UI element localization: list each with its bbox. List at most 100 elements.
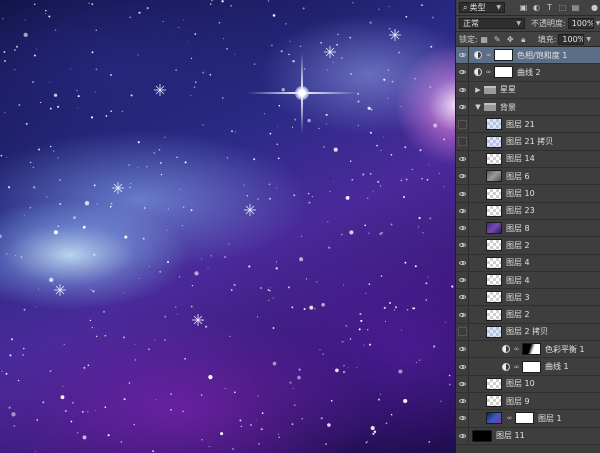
lock-pixels-icon[interactable]: ✎ [493,35,502,44]
eye-glyph [458,226,466,231]
eye-off-icon[interactable] [456,323,469,341]
eye-icon[interactable] [456,237,469,254]
layer-row[interactable]: 图层 21 [456,116,600,134]
layer-thumbnail[interactable] [486,274,502,287]
chevron-down-icon[interactable]: ▼ [474,103,482,111]
eye-icon[interactable] [456,168,469,185]
layer-row[interactable]: 图层 2 [456,306,600,324]
lock-all-icon[interactable]: 🔒︎ [519,35,528,44]
eye-off-icon[interactable] [456,133,469,150]
shape-icon[interactable]: ⬚ [558,3,567,12]
star [250,424,252,426]
layer-thumbnail[interactable] [486,222,502,235]
eye-icon[interactable] [456,254,469,271]
eye-icon[interactable] [456,220,469,237]
opacity-field[interactable]: 100% [567,18,594,29]
layer-thumbnail[interactable] [486,135,502,148]
link-icon[interactable]: ∞ [513,363,520,371]
layer-row[interactable]: 图层 10 [456,375,600,393]
layer-thumbnail[interactable] [486,118,502,131]
star [123,398,126,401]
layer-row[interactable]: 图层 9 [456,393,600,411]
link-icon[interactable]: ∞ [513,345,520,353]
eye-icon[interactable] [456,306,469,323]
adjustment-icon[interactable]: ◐ [532,3,541,12]
chevron-down-icon[interactable]: ▼ [586,36,591,43]
lock-transparent-icon[interactable]: ▦ [480,35,489,44]
layer-row[interactable]: 图层 6 [456,168,600,186]
layer-thumbnail[interactable] [486,187,502,200]
layer-thumbnail[interactable] [486,395,502,408]
eye-icon[interactable] [456,375,469,392]
eye-icon[interactable] [456,289,469,306]
layer-thumbnail[interactable] [486,256,502,269]
layer-row[interactable]: ∞ 曲线 2 [456,64,600,82]
chevron-right-icon[interactable]: ▶ [474,86,482,94]
lock-position-icon[interactable]: ✥ [506,35,515,44]
layer-thumbnail[interactable] [486,325,502,338]
eye-icon[interactable] [456,341,469,358]
image-icon[interactable]: ▣ [519,3,528,12]
star [201,439,203,441]
star [82,435,87,440]
layer-row[interactable]: ∞ 曲线 1 [456,358,600,376]
layer-row[interactable]: 图层 4 [456,271,600,290]
layer-row[interactable]: 图层 14 [456,150,600,169]
layer-row[interactable]: 图层 11 [456,427,600,445]
layer-thumbnail[interactable] [486,412,502,425]
eye-off-icon[interactable] [456,116,469,133]
layer-row[interactable]: ∞ 色相/饱和度 1 [456,47,600,65]
layer-mask-thumbnail[interactable] [515,412,534,425]
layer-thumbnail[interactable] [486,239,502,252]
layer-mask-thumbnail[interactable] [522,360,541,373]
eye-icon[interactable] [456,358,469,375]
layer-row[interactable]: 图层 23 [456,202,600,220]
layer-row[interactable]: 图层 8 [456,220,600,238]
eye-icon[interactable] [456,427,469,444]
eye-icon[interactable] [456,47,469,64]
eye-icon[interactable] [456,410,469,427]
eye-icon[interactable] [456,393,469,410]
layer-thumbnail[interactable] [486,308,502,321]
star [234,131,237,133]
layer-mask-thumbnail[interactable] [494,49,513,62]
layer-thumbnail[interactable] [486,170,502,183]
layer-row[interactable]: 图层 3 [456,289,600,307]
link-icon[interactable]: ∞ [506,414,513,422]
layer-row[interactable]: ∞ 图层 1 [456,410,600,428]
link-icon[interactable]: ∞ [485,51,492,59]
layer-group-row[interactable]: ▶ 星星 [456,81,600,99]
layer-thumbnail[interactable] [486,152,502,165]
filter-toggle-icon[interactable]: ● [590,3,599,12]
eye-icon[interactable] [456,271,469,289]
eye-glyph [458,416,466,421]
layer-filter-kind-dropdown[interactable]: ⌕ 类型 ▼ [459,2,505,13]
layer-mask-thumbnail[interactable] [494,66,513,79]
layer-row[interactable]: 图层 2 [456,237,600,255]
type-icon[interactable]: T [545,3,554,12]
folder-icon [484,85,496,94]
eye-icon[interactable] [456,202,469,219]
layer-thumbnail[interactable] [486,291,502,304]
link-icon[interactable]: ∞ [485,68,492,76]
eye-icon[interactable] [456,64,469,81]
layer-thumbnail[interactable] [486,377,502,390]
layer-row[interactable]: 图层 4 [456,254,600,272]
chevron-down-icon[interactable]: ▼ [596,20,600,27]
layer-row[interactable]: 图层 21 拷贝 [456,133,600,151]
smart-object-icon[interactable]: ▤ [571,3,580,12]
layer-row[interactable]: ∞ 色彩平衡 1 [456,341,600,359]
layer-row[interactable]: 图层 10 [456,185,600,203]
document-canvas[interactable] [0,0,455,453]
eye-icon[interactable] [456,98,469,116]
layer-thumbnail[interactable] [472,429,492,442]
layer-thumbnail[interactable] [486,204,502,217]
layer-row[interactable]: 图层 2 拷贝 [456,323,600,342]
eye-icon[interactable] [456,150,469,168]
fill-field[interactable]: 100% [558,33,585,45]
eye-icon[interactable] [456,185,469,202]
blend-mode-dropdown[interactable]: 正常 ▼ [459,18,525,29]
layer-mask-thumbnail[interactable] [522,343,541,356]
eye-icon[interactable] [456,81,469,98]
layer-group-row[interactable]: ▼ 背景 [456,98,600,117]
